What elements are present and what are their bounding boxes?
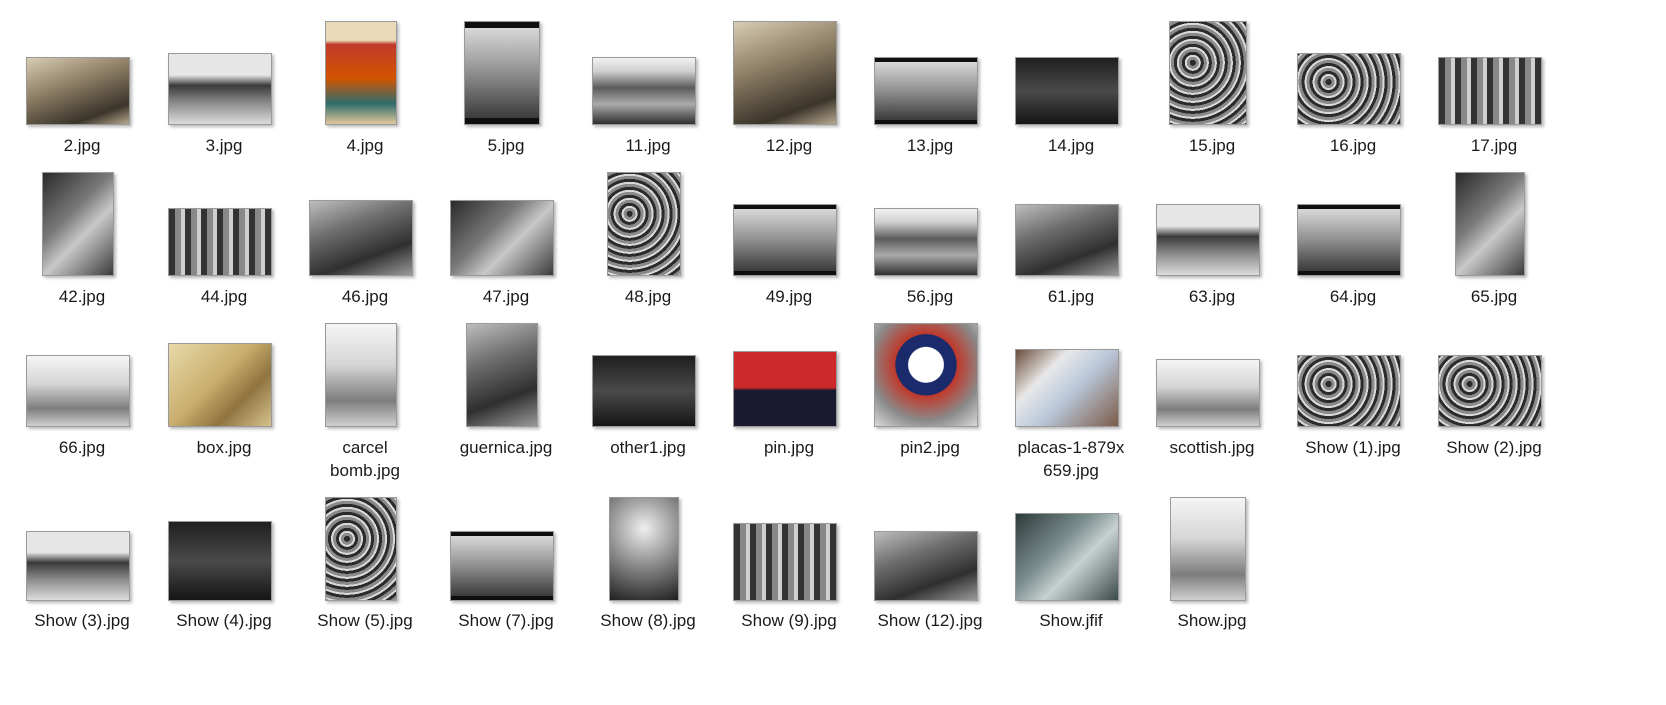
file-thumbnail[interactable] [874,531,978,601]
file-name: 49.jpg [765,287,813,306]
file-thumbnail[interactable] [168,343,272,427]
file-thumbnail[interactable] [1156,204,1260,276]
file-name: Show (12).jpg [877,611,983,630]
file-name: Show (3).jpg [34,611,130,630]
file-grid: 2.jpg 3.jpg 4.jpg 5.jpg 11.jpg 12.jpg 13.jpg 14… [0,0,1666,705]
file-name: Show (5).jpg [317,611,413,630]
file-thumbnail[interactable] [874,323,978,427]
file-item[interactable]: Show (4).jpg [150,0,298,630]
file-thumbnail[interactable] [450,200,554,276]
file-thumbnail[interactable] [325,497,397,601]
file-name: Show (9).jpg [741,611,837,630]
file-thumbnail[interactable] [1438,355,1542,427]
file-name: 46.jpg [341,287,389,306]
file-thumbnail[interactable] [607,172,681,276]
file-name: pin2.jpg [900,438,960,457]
file-name: 65.jpg [1470,287,1518,306]
file-thumbnail[interactable] [592,355,696,427]
file-name: 66.jpg [58,438,106,457]
file-item[interactable]: Show (12).jpg [856,0,1004,630]
file-item[interactable]: Show (3).jpg [8,0,156,630]
file-item[interactable]: Show (8).jpg [574,0,722,630]
file-thumbnail[interactable] [1015,513,1119,601]
file-name: guernica.jpg [459,438,553,457]
file-item[interactable]: Show (7).jpg [432,0,580,630]
file-thumbnail[interactable] [466,323,538,427]
file-name: Show (4).jpg [176,611,272,630]
file-thumbnail[interactable] [733,204,837,276]
file-item[interactable]: Show (9).jpg [715,0,863,630]
file-thumbnail[interactable] [168,208,272,276]
file-name: box.jpg [196,438,252,457]
file-name: scottish.jpg [1169,438,1255,457]
file-name: other1.jpg [610,438,686,457]
file-thumbnail[interactable] [450,531,554,601]
file-item[interactable]: Show.jpg [1138,0,1286,630]
file-name: 56.jpg [906,287,954,306]
file-name: 61.jpg [1047,287,1095,306]
file-name: 44.jpg [200,287,248,306]
file-name: 47.jpg [482,287,530,306]
file-thumbnail[interactable] [26,355,130,427]
file-name: 42.jpg [58,287,106,306]
file-thumbnail[interactable] [1297,204,1401,276]
file-thumbnail[interactable] [1156,359,1260,427]
file-thumbnail[interactable] [325,323,397,427]
file-thumbnail[interactable] [609,497,679,601]
file-name: Show (1).jpg [1305,438,1401,457]
file-thumbnail[interactable] [1170,497,1246,601]
file-thumbnail[interactable] [309,200,413,276]
file-name: 48.jpg [624,287,672,306]
file-thumbnail[interactable] [168,521,272,601]
file-thumbnail[interactable] [1015,204,1119,276]
file-thumbnail[interactable] [1015,349,1119,427]
file-thumbnail[interactable] [1455,172,1525,276]
file-item[interactable]: Show (2).jpg [1420,0,1568,457]
file-name: Show.jpg [1177,611,1247,630]
file-thumbnail[interactable] [1297,355,1401,427]
file-name: 63.jpg [1188,287,1236,306]
file-name: Show (7).jpg [458,611,554,630]
file-item[interactable]: Show (1).jpg [1279,0,1427,457]
file-name: Show (2).jpg [1446,438,1542,457]
file-thumbnail[interactable] [874,208,978,276]
file-thumbnail[interactable] [733,351,837,427]
file-thumbnail[interactable] [26,531,130,601]
file-name: Show.jfif [1039,611,1103,630]
file-item[interactable]: Show.jfif [997,0,1145,630]
file-thumbnail[interactable] [733,523,837,601]
file-name: pin.jpg [763,438,815,457]
file-name: placas-1-879x 659.jpg [1017,438,1125,480]
file-item[interactable]: Show (5).jpg [291,0,439,630]
file-thumbnail[interactable] [42,172,114,276]
file-name: Show (8).jpg [600,611,696,630]
file-name: carcel bomb.jpg [330,438,400,480]
file-name: 64.jpg [1329,287,1377,306]
